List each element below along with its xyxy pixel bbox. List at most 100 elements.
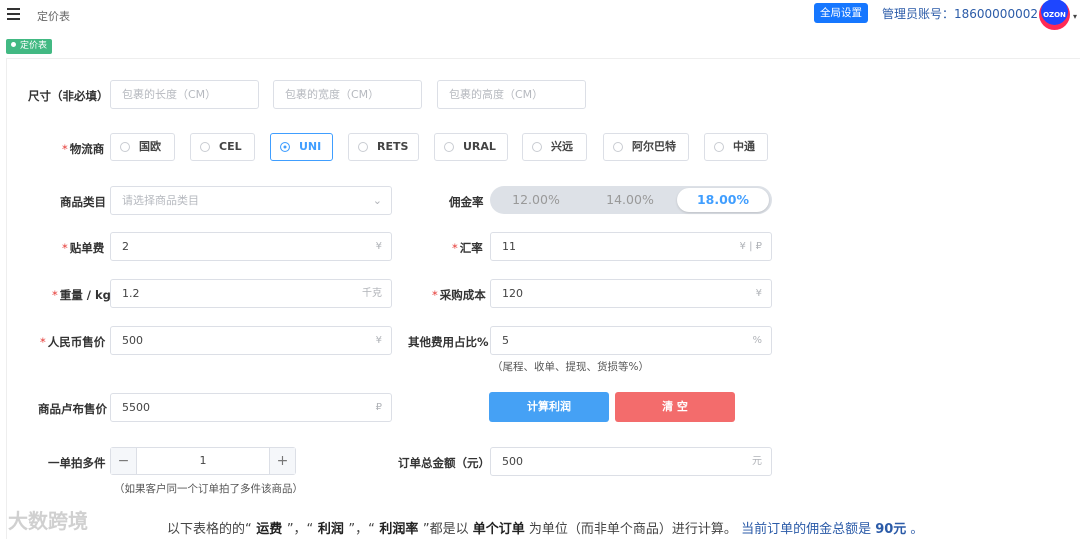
carrier-option-rets[interactable]: RETS: [348, 133, 419, 161]
order-total-suffix: 元: [752, 456, 762, 467]
label-fee-value: 2: [122, 240, 129, 253]
page-tag[interactable]: 定价表: [6, 39, 53, 54]
purchase-cost-input[interactable]: 120 ¥: [490, 279, 772, 308]
carrier-option-uni[interactable]: UNI: [270, 133, 333, 161]
purchase-cost-value: 120: [502, 287, 523, 300]
quantity-stepper: − 1 +: [110, 447, 296, 475]
rmb-price-input[interactable]: 500 ¥: [110, 326, 392, 355]
commission-segmented: 12.00% 14.00% 18.00%: [490, 186, 772, 214]
purchase-cost-label-text: 采购成本: [439, 288, 486, 302]
carrier-option-label: UNI: [299, 140, 322, 153]
carrier-option-guoou[interactable]: 国欧: [110, 133, 175, 161]
footer-note: 以下表格的的“ 运费 ”，“ 利润 ”，“ 利润率 ”都是以 单个订单 为单位（…: [167, 518, 923, 537]
other-fee-label: 其他费用占比%: [408, 335, 489, 349]
carrier-label: * 物流商: [62, 142, 105, 156]
clear-button[interactable]: 清 空: [615, 392, 735, 422]
carrier-label-text: 物流商: [69, 142, 105, 156]
other-fee-hint: （尾程、收单、提现、货损等%）: [492, 361, 649, 373]
other-fee-suffix: %: [752, 335, 762, 346]
exchange-rate-input[interactable]: 11 ¥ | ₽: [490, 232, 772, 261]
order-total-value: 500: [502, 455, 523, 468]
footer-part3: ”，“: [348, 522, 375, 537]
rub-price-input[interactable]: 5500 ₽: [110, 393, 392, 422]
rub-price-suffix: ₽: [375, 402, 382, 413]
category-placeholder: 请选择商品类目: [122, 194, 199, 207]
radio-circle-icon: [200, 142, 210, 152]
calculate-profit-button[interactable]: 计算利润: [489, 392, 609, 422]
multi-item-hint: （如果客户同一个订单拍了多件该商品）: [114, 483, 303, 495]
radio-circle-icon: [358, 142, 368, 152]
breadcrumb[interactable]: 定价表: [37, 8, 70, 24]
radio-circle-icon: [714, 142, 724, 152]
carrier-option-xingyuan[interactable]: 兴远: [522, 133, 587, 161]
watermark: 大数跨境: [8, 509, 88, 533]
carrier-option-cel[interactable]: CEL: [190, 133, 255, 161]
chevron-down-icon: ⌄: [372, 194, 382, 207]
exchange-rate-value: 11: [502, 240, 516, 253]
carrier-option-ural[interactable]: URAL: [434, 133, 508, 161]
weight-label: * 重量 / kg: [52, 288, 111, 302]
admin-account: 管理员账号：18600000002: [882, 7, 1038, 21]
radio-circle-icon: [613, 142, 623, 152]
carrier-option-label: 阿尔巴特: [632, 140, 676, 153]
purchase-cost-suffix: ¥: [755, 288, 762, 299]
carrier-option-zhongtong[interactable]: 中通: [704, 133, 768, 161]
exchange-rate-label-text: 汇率: [459, 241, 483, 255]
footer-single-order: 单个订单: [472, 522, 525, 537]
size-label: 尺寸（非必填）: [28, 89, 109, 103]
label-fee-label-text: 贴单费: [69, 241, 105, 255]
carrier-option-aerbate[interactable]: 阿尔巴特: [603, 133, 689, 161]
footer-shipping: 运费: [251, 522, 287, 537]
rmb-price-suffix: ¥: [375, 335, 382, 346]
height-placeholder: 包裹的高度（CM）: [449, 88, 544, 101]
footer-part1: 以下表格的的“: [167, 522, 252, 537]
length-input[interactable]: 包裹的长度（CM）: [110, 80, 259, 109]
tag-dot-icon: [11, 42, 16, 47]
increment-button[interactable]: +: [269, 448, 295, 474]
rub-price-value: 5500: [122, 401, 150, 414]
radio-circle-icon: [444, 142, 454, 152]
quantity-value[interactable]: 1: [138, 448, 268, 474]
footer-profit: 利润: [313, 522, 349, 537]
label-fee-suffix: ¥: [375, 241, 382, 252]
footer-part4: ”都是以: [422, 522, 473, 537]
label-fee-input[interactable]: 2 ¥: [110, 232, 392, 261]
category-select[interactable]: 请选择商品类目 ⌄: [110, 186, 392, 215]
rub-price-label: 商品卢布售价: [38, 402, 107, 416]
avatar[interactable]: OZON: [1039, 0, 1070, 30]
carrier-option-label: 国欧: [139, 140, 161, 153]
footer-commission-total: 90元: [875, 522, 907, 537]
purchase-cost-label: * 采购成本: [432, 288, 486, 302]
weight-value: 1.2: [122, 287, 140, 300]
label-fee-label: * 贴单费: [62, 241, 105, 255]
rmb-price-label: * 人民币售价: [40, 335, 106, 349]
footer-part5: 为单位（而非单个商品）进行计算。: [524, 522, 737, 537]
rmb-price-label-text: 人民币售价: [47, 335, 106, 349]
order-total-input[interactable]: 500 元: [490, 447, 772, 476]
other-fee-input[interactable]: 5%: [490, 326, 772, 355]
length-placeholder: 包裹的长度（CM）: [122, 88, 217, 101]
commission-option-14[interactable]: 14.00%: [584, 188, 676, 212]
commission-option-18[interactable]: 18.00%: [677, 188, 769, 212]
footer-commission: 当前订单的佣金总额是 90元 。: [737, 522, 923, 537]
height-input[interactable]: 包裹的高度（CM）: [437, 80, 586, 109]
category-label: 商品类目: [60, 195, 106, 209]
chevron-down-icon[interactable]: ▾: [1073, 12, 1077, 21]
other-fee-value: 5: [502, 334, 509, 347]
commission-label: 佣金率: [449, 195, 484, 209]
footer-part2: ”，“: [286, 522, 314, 537]
global-settings-button[interactable]: 全局设置: [814, 3, 868, 23]
width-input[interactable]: 包裹的宽度（CM）: [273, 80, 422, 109]
rmb-price-value: 500: [122, 334, 143, 347]
carrier-option-label: CEL: [219, 140, 242, 153]
weight-input[interactable]: 1.2 千克: [110, 279, 392, 308]
tag-label: 定价表: [20, 41, 48, 51]
decrement-button[interactable]: −: [111, 448, 137, 474]
exchange-rate-suffix: ¥ | ₽: [739, 241, 762, 252]
menu-icon[interactable]: [7, 8, 20, 20]
commission-option-12[interactable]: 12.00%: [490, 188, 582, 212]
carrier-option-label: URAL: [463, 140, 496, 153]
weight-label-text: 重量 / kg: [59, 288, 111, 302]
weight-suffix: 千克: [362, 288, 382, 299]
footer-profit-rate: 利润率: [374, 522, 423, 537]
